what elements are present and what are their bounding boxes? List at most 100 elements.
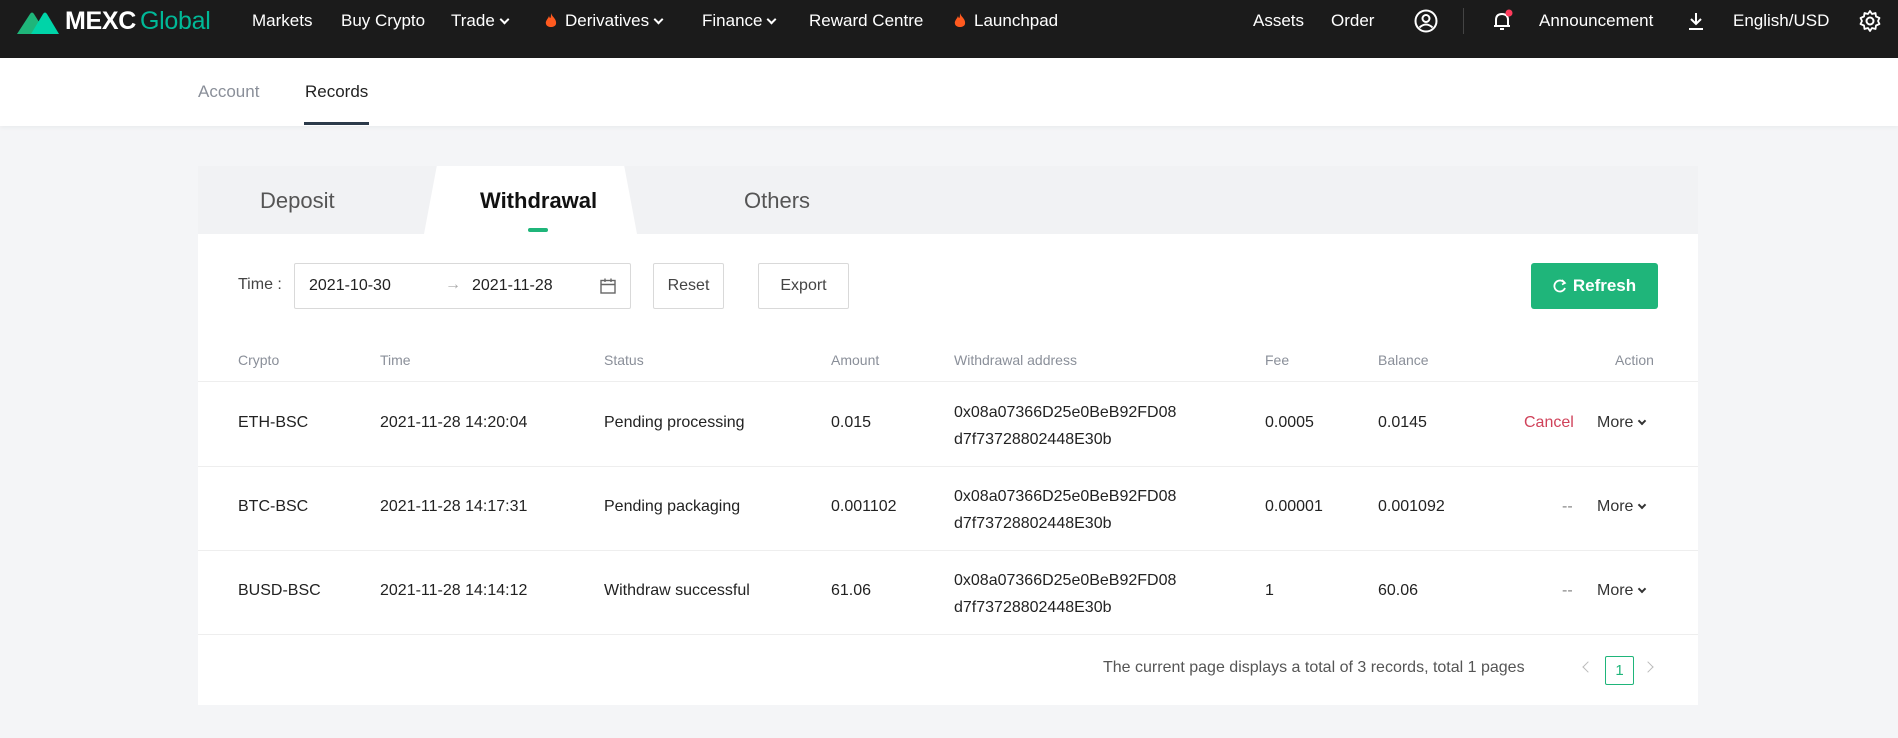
current-page-button[interactable]: 1 bbox=[1605, 656, 1634, 685]
logo-text-mexc: MEXC bbox=[65, 6, 137, 35]
time-filter-label: Time : bbox=[238, 276, 282, 293]
pagination-info: The current page displays a total of 3 r… bbox=[1103, 659, 1525, 676]
reset-button[interactable]: Reset bbox=[653, 263, 724, 309]
cell-fee: 0.00001 bbox=[1265, 498, 1323, 515]
column-header-withdrawal-address: Withdrawal address bbox=[954, 352, 1077, 368]
refresh-icon bbox=[1553, 279, 1567, 293]
settings-gear-icon[interactable] bbox=[1855, 6, 1885, 36]
refresh-button[interactable]: Refresh bbox=[1531, 263, 1658, 309]
export-button[interactable]: Export bbox=[758, 263, 849, 309]
no-action-placeholder: -- bbox=[1562, 582, 1573, 599]
cell-crypto: BUSD-BSC bbox=[238, 582, 321, 599]
more-actions-dropdown[interactable]: More bbox=[1597, 414, 1647, 432]
cell-balance: 0.001092 bbox=[1378, 498, 1445, 515]
subtab-active-underline bbox=[304, 122, 369, 125]
more-label: More bbox=[1597, 498, 1634, 515]
mexc-logo[interactable]: MEXC Global bbox=[17, 4, 211, 38]
subtab-account[interactable]: Account bbox=[198, 82, 259, 102]
table-row: BTC-BSC 2021-11-28 14:17:31 Pending pack… bbox=[198, 467, 1698, 551]
more-actions-dropdown[interactable]: More bbox=[1597, 582, 1647, 600]
nav-reward-centre-label: Reward Centre bbox=[809, 11, 924, 30]
nav-derivatives[interactable]: Derivatives bbox=[545, 8, 664, 34]
export-button-label: Export bbox=[780, 277, 827, 294]
chevron-down-icon bbox=[1638, 584, 1647, 594]
column-header-crypto: Crypto bbox=[238, 352, 280, 368]
nav-assets[interactable]: Assets bbox=[1253, 8, 1304, 34]
cell-amount: 0.015 bbox=[831, 414, 872, 431]
table-header: Crypto Time Status Amount Withdrawal add… bbox=[198, 336, 1698, 382]
nav-buy-crypto[interactable]: Buy Crypto bbox=[341, 8, 425, 34]
nav-trade-label: Trade bbox=[451, 11, 495, 30]
flame-icon bbox=[954, 13, 966, 27]
nav-derivatives-label: Derivatives bbox=[565, 11, 650, 30]
nav-order-label: Order bbox=[1331, 11, 1375, 30]
nav-order[interactable]: Order bbox=[1331, 8, 1374, 34]
nav-divider bbox=[1463, 8, 1464, 34]
logo-text-global: Global bbox=[140, 6, 211, 35]
records-card: Deposit Withdrawal Others Time : 2021-10… bbox=[198, 166, 1698, 705]
tab-withdrawal[interactable]: Withdrawal bbox=[480, 188, 597, 214]
user-circle-icon bbox=[1414, 9, 1438, 33]
cell-withdrawal-address: 0x08a07366D25e0BeB92FD08 d7f73728802448E… bbox=[954, 567, 1176, 621]
nav-launchpad-label: Launchpad bbox=[974, 11, 1059, 30]
column-header-fee: Fee bbox=[1265, 352, 1290, 368]
cancel-withdrawal-link[interactable]: Cancel bbox=[1524, 414, 1574, 432]
tab-deposit[interactable]: Deposit bbox=[260, 188, 335, 214]
chevron-down-icon bbox=[653, 14, 664, 24]
cell-status: Pending packaging bbox=[604, 498, 741, 515]
nav-language-label: English/USD bbox=[1733, 11, 1830, 30]
end-date-input[interactable]: 2021-11-28 bbox=[472, 277, 553, 295]
address-line-2: d7f73728802448E30b bbox=[954, 515, 1112, 532]
nav-trade[interactable]: Trade bbox=[451, 8, 510, 34]
cell-crypto: BTC-BSC bbox=[238, 498, 309, 515]
download-icon[interactable] bbox=[1681, 6, 1711, 36]
nav-language-currency[interactable]: English/USD bbox=[1733, 8, 1829, 34]
cell-amount: 61.06 bbox=[831, 582, 872, 599]
cell-balance: 60.06 bbox=[1378, 582, 1419, 599]
flame-icon bbox=[545, 13, 557, 27]
cell-time: 2021-11-28 14:20:04 bbox=[380, 414, 528, 431]
address-line-1: 0x08a07366D25e0BeB92FD08 bbox=[954, 404, 1177, 421]
records-subheader: Account Records bbox=[0, 58, 1898, 126]
nav-announcement[interactable]: Announcement bbox=[1539, 8, 1653, 34]
nav-markets[interactable]: Markets bbox=[252, 8, 312, 34]
start-date-input[interactable]: 2021-10-30 bbox=[309, 277, 391, 295]
chevron-down-icon bbox=[1638, 416, 1647, 426]
download-arrow-icon bbox=[1689, 13, 1703, 30]
tab-others[interactable]: Others bbox=[744, 188, 810, 214]
address-line-1: 0x08a07366D25e0BeB92FD08 bbox=[954, 572, 1177, 589]
nav-announcement-label: Announcement bbox=[1539, 11, 1654, 30]
notification-bell-icon[interactable] bbox=[1487, 6, 1517, 36]
no-action-placeholder: -- bbox=[1562, 498, 1573, 515]
nav-assets-label: Assets bbox=[1253, 11, 1305, 30]
chevron-down-icon bbox=[499, 14, 510, 24]
table-row: ETH-BSC 2021-11-28 14:20:04 Pending proc… bbox=[198, 383, 1698, 467]
active-tab-indicator bbox=[528, 228, 548, 232]
column-header-time: Time bbox=[380, 352, 411, 368]
cell-crypto: ETH-BSC bbox=[238, 414, 309, 431]
top-navigation-bar: MEXC Global Markets Buy Crypto Trade Der… bbox=[0, 0, 1898, 58]
table-row: BUSD-BSC 2021-11-28 14:14:12 Withdraw su… bbox=[198, 551, 1698, 635]
nav-launchpad[interactable]: Launchpad bbox=[954, 8, 1058, 34]
cell-fee: 1 bbox=[1265, 582, 1274, 599]
gear-icon bbox=[1859, 10, 1881, 32]
bell-icon bbox=[1494, 9, 1513, 30]
address-line-1: 0x08a07366D25e0BeB92FD08 bbox=[954, 488, 1177, 505]
nav-markets-label: Markets bbox=[252, 11, 313, 30]
cell-amount: 0.001102 bbox=[831, 498, 897, 515]
more-label: More bbox=[1597, 414, 1634, 431]
nav-reward-centre[interactable]: Reward Centre bbox=[809, 8, 923, 34]
chevron-down-icon bbox=[767, 14, 777, 24]
cell-status: Withdraw successful bbox=[604, 582, 750, 599]
reset-button-label: Reset bbox=[667, 277, 710, 294]
cell-withdrawal-address: 0x08a07366D25e0BeB92FD08 d7f73728802448E… bbox=[954, 399, 1176, 453]
user-account-icon[interactable] bbox=[1411, 6, 1441, 36]
subtab-records[interactable]: Records bbox=[305, 82, 368, 102]
nav-finance[interactable]: Finance bbox=[702, 8, 777, 34]
cell-status: Pending processing bbox=[604, 414, 745, 431]
calendar-icon[interactable] bbox=[599, 277, 617, 295]
nav-finance-label: Finance bbox=[702, 11, 763, 30]
more-actions-dropdown[interactable]: More bbox=[1597, 498, 1647, 516]
date-range-picker[interactable]: 2021-10-30 → 2021-11-28 bbox=[294, 263, 631, 309]
mexc-mountain-icon bbox=[17, 12, 59, 34]
